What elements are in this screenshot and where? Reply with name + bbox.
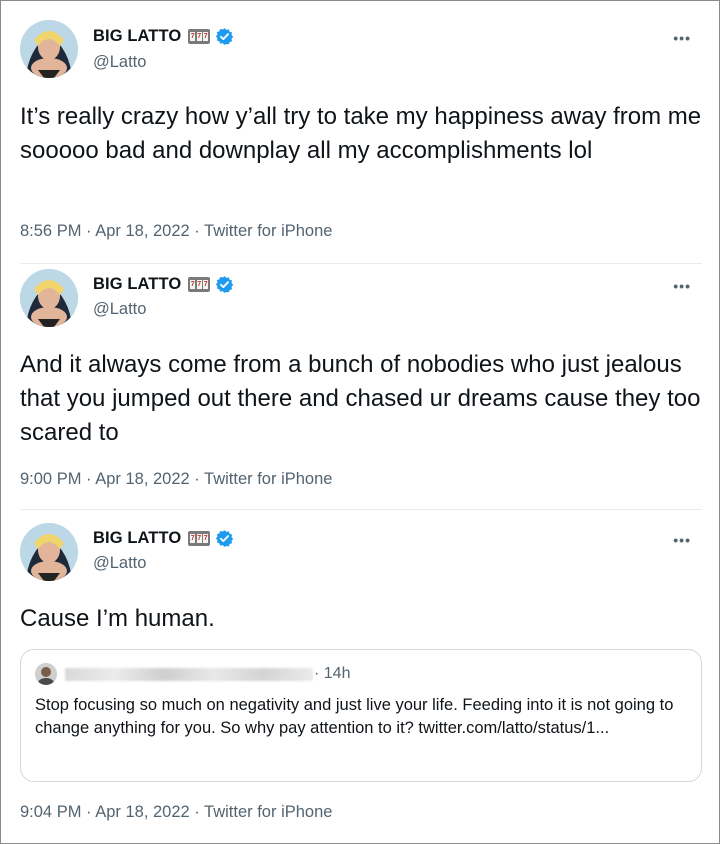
slot-machine-emoji-icon: 7 7 7: [188, 29, 211, 44]
tweet-text: And it always come from a bunch of nobod…: [20, 351, 701, 446]
author-handle[interactable]: @Latto: [93, 554, 146, 573]
display-name[interactable]: BIG LATTO: [93, 275, 181, 294]
more-options-icon[interactable]: •••: [673, 278, 691, 294]
author-handle[interactable]: @Latto: [93, 300, 146, 319]
verified-badge-icon: [216, 276, 234, 293]
slot-machine-emoji-icon: 7 7 7: [188, 277, 211, 292]
verified-badge-icon: [216, 28, 234, 45]
quoted-author-avatar[interactable]: [35, 663, 57, 685]
tweet-timestamp[interactable]: 9:04 PM · Apr 18, 2022 · Twitter for iPh…: [20, 803, 332, 822]
tweet-text: Cause I’m human.: [20, 605, 215, 632]
slot-machine-emoji-icon: 7 7 7: [188, 531, 211, 546]
profile-avatar[interactable]: [20, 269, 78, 327]
tweet-thread-screenshot: BIG LATTO 7 7 7 @Latto ••• It’s really c…: [0, 0, 720, 844]
author-name-row[interactable]: BIG LATTO 7 7 7: [93, 27, 234, 46]
more-options-icon[interactable]: •••: [673, 532, 691, 548]
divider: [20, 263, 702, 264]
display-name[interactable]: BIG LATTO: [93, 27, 181, 46]
more-options-icon[interactable]: •••: [673, 30, 691, 46]
display-name[interactable]: BIG LATTO: [93, 529, 181, 548]
profile-avatar[interactable]: [20, 20, 78, 78]
author-handle[interactable]: @Latto: [93, 53, 146, 72]
quoted-author-name-redacted: [65, 668, 313, 681]
divider: [20, 509, 702, 510]
tweet-timestamp[interactable]: 8:56 PM · Apr 18, 2022 · Twitter for iPh…: [20, 222, 332, 241]
quoted-tweet-card[interactable]: · 14h Stop focusing so much on negativit…: [20, 649, 702, 782]
tweet-text: It’s really crazy how y’all try to take …: [20, 103, 702, 164]
verified-badge-icon: [216, 530, 234, 547]
profile-avatar[interactable]: [20, 523, 78, 581]
quoted-tweet-text: Stop focusing so much on negativity and …: [35, 696, 674, 737]
author-name-row[interactable]: BIG LATTO 7 7 7: [93, 275, 234, 294]
tweet-timestamp[interactable]: 9:00 PM · Apr 18, 2022 · Twitter for iPh…: [20, 470, 332, 489]
quoted-tweet-time[interactable]: · 14h: [314, 665, 350, 683]
author-name-row[interactable]: BIG LATTO 7 7 7: [93, 529, 234, 548]
